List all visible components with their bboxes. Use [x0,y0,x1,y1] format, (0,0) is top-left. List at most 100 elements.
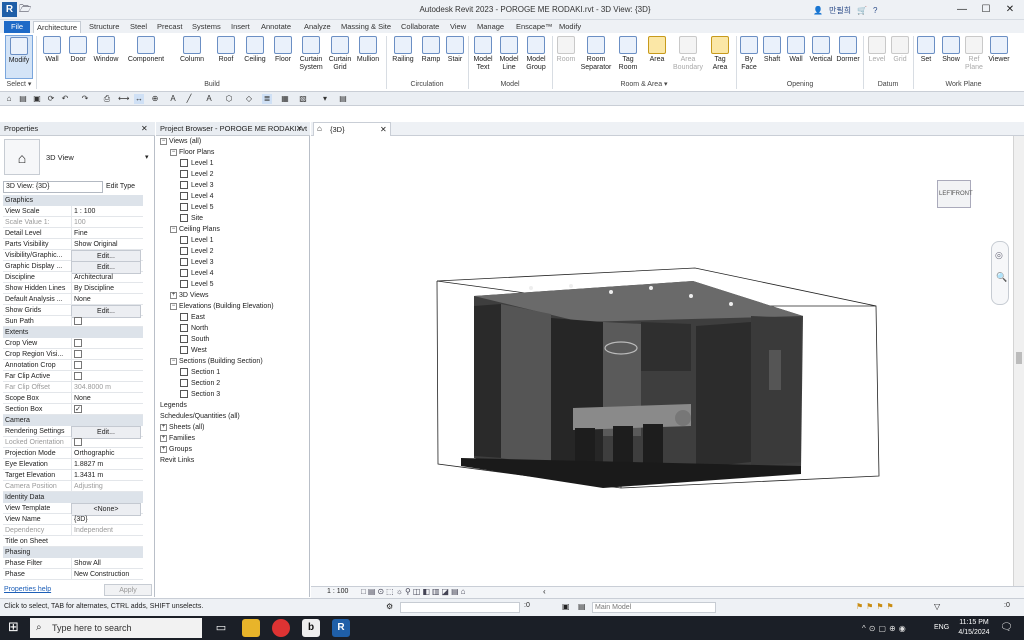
property-checkbox[interactable]: ✓ [74,404,82,413]
tag-icon[interactable]: ⊕ [150,94,160,104]
line-icon[interactable]: ╱ [184,94,194,104]
browser-node[interactable]: Section 3 [180,389,220,400]
clock[interactable]: 11:15 PM 4/15/2024 [956,618,992,638]
property-value[interactable]: Independent [71,525,141,536]
revit-logo-icon[interactable]: R [2,2,17,17]
tab-insert[interactable]: Insert [228,21,253,33]
tag-area-button[interactable]: Tag Area [707,35,733,79]
minimize-button[interactable]: — [950,0,974,20]
browser-node[interactable]: + Families [160,433,195,444]
property-checkbox[interactable] [74,349,82,358]
browser-node[interactable]: North [180,323,208,334]
tab-annotate[interactable]: Annotate [258,21,294,33]
browser-node[interactable]: Level 3 [180,180,214,191]
scroll-left-icon[interactable]: ‹ [543,587,546,596]
tab-3d-view[interactable]: ⌂ {3D} ✕ [313,122,391,136]
model-dropdown[interactable]: Main Model [592,602,716,613]
browser-node[interactable]: − Elevations (Building Elevation) [170,301,274,312]
tab-analyze[interactable]: Analyze [301,21,334,33]
print-icon[interactable]: ⎙ [102,94,112,104]
customize-icon[interactable]: ▾ [320,94,330,104]
language-indicator[interactable]: ENG [934,624,949,631]
3d-view-icon[interactable]: ⬡ [224,94,234,104]
design-options-icon[interactable]: ▣ [562,602,570,611]
quick-access-open-icon[interactable]: 🗁 [19,3,33,17]
properties-help-link[interactable]: Properties help [4,586,51,593]
collapse-icon[interactable]: − [170,357,177,365]
close-hidden-icon[interactable]: ▦ [280,94,290,104]
modify-button[interactable]: Modify [5,35,33,79]
wall-button[interactable]: Wall [40,35,64,79]
window-button[interactable]: Window [91,35,121,79]
tab-view[interactable]: View [447,21,469,33]
railing-button[interactable]: Railing [390,35,416,79]
redo-icon[interactable]: ↷ [80,94,90,104]
property-value[interactable] [71,338,141,349]
tab-file[interactable]: File [4,21,30,33]
browser-node[interactable]: Level 4 [180,191,214,202]
properties-section-header[interactable]: Extents [3,327,143,338]
ceiling-button[interactable]: Ceiling [241,35,269,79]
tab-collaborate[interactable]: Collaborate [398,21,442,33]
switch-windows-icon[interactable]: ▧ [298,94,308,104]
close-button[interactable]: ✕ [998,0,1022,20]
browser-node[interactable]: Revit Links [160,455,194,466]
model-line-button[interactable]: Model Line [497,35,521,79]
selection-filter-icons[interactable]: ⚑⚑⚑⚑ [856,602,897,611]
chevron-down-icon[interactable]: ▾ [145,153,149,161]
browser-node[interactable]: Level 2 [180,169,214,180]
property-value[interactable]: 304.8000 m [71,382,141,393]
cart-icon[interactable]: 🛒 [857,6,867,15]
property-value[interactable]: By Discipline [71,283,141,294]
properties-section-header[interactable]: Phasing [3,547,143,558]
browser-node[interactable]: +3D Views [170,290,208,301]
thin-lines-icon[interactable]: ≣ [262,94,272,104]
panel-room-area[interactable]: Room & Area ▾ [554,80,734,90]
property-value[interactable]: 1.3431 m [71,470,141,481]
room-separator-button[interactable]: Room Separator [579,35,613,79]
curtain-system-button[interactable]: Curtain System [297,35,325,79]
grid-button[interactable]: Grid [889,35,911,79]
property-value[interactable]: Show All [71,558,141,569]
wall-opening-button[interactable]: Wall [785,35,807,79]
browser-node[interactable]: − Floor Plans [170,147,214,158]
view-selector[interactable]: 3D View: {3D} [3,181,103,193]
mullion-button[interactable]: Mullion [354,35,382,79]
roof-button[interactable]: Roof [214,35,238,79]
property-value[interactable]: None [71,393,141,404]
tab-massing-site[interactable]: Massing & Site [338,21,394,33]
property-value[interactable]: 100 [71,217,141,228]
browser-node[interactable]: Level 5 [180,279,214,290]
property-value[interactable] [71,371,141,382]
property-value[interactable]: Adjusting [71,481,141,492]
save-icon[interactable]: ▣ [32,94,42,104]
tab-enscape[interactable]: Enscape™ [513,21,556,33]
zoom-icon[interactable]: 🔍 [996,272,1007,283]
user-name[interactable]: 만필희 [829,5,851,16]
type-name[interactable]: 3D View [46,153,74,162]
dimension-icon[interactable]: ↔ [134,94,144,104]
component-button[interactable]: Component [124,35,168,79]
3d-viewport[interactable]: LEFT FRONT ◎ 🔍 [311,136,1013,586]
workset-dropdown[interactable] [400,602,520,613]
property-value[interactable] [71,437,141,448]
ramp-button[interactable]: Ramp [419,35,443,79]
edit-type-button[interactable]: Edit Type [106,181,152,193]
property-checkbox[interactable] [74,437,82,446]
tab-architecture[interactable]: Architecture [33,21,82,33]
tag-room-button[interactable]: Tag Room [615,35,641,79]
close-icon[interactable]: ✕ [141,124,148,133]
view-control-icons[interactable]: □▤⊙⬚☼⚲◫◧▥◪▤⌂ [361,587,541,598]
browser-node[interactable]: Level 4 [180,268,214,279]
property-value[interactable]: ✓ [71,404,141,415]
open-icon[interactable]: ▤ [18,94,28,104]
property-checkbox[interactable] [74,338,82,347]
properties-section-header[interactable]: Camera [3,415,143,426]
tile-icon[interactable]: ▤ [338,94,348,104]
set-button[interactable]: Set [915,35,937,79]
model-text-button[interactable]: Model Text [471,35,495,79]
text-icon[interactable]: A [168,94,178,104]
expand-icon[interactable]: + [160,434,167,442]
tab-systems[interactable]: Systems [189,21,224,33]
viewer-button[interactable]: Viewer [986,35,1012,79]
